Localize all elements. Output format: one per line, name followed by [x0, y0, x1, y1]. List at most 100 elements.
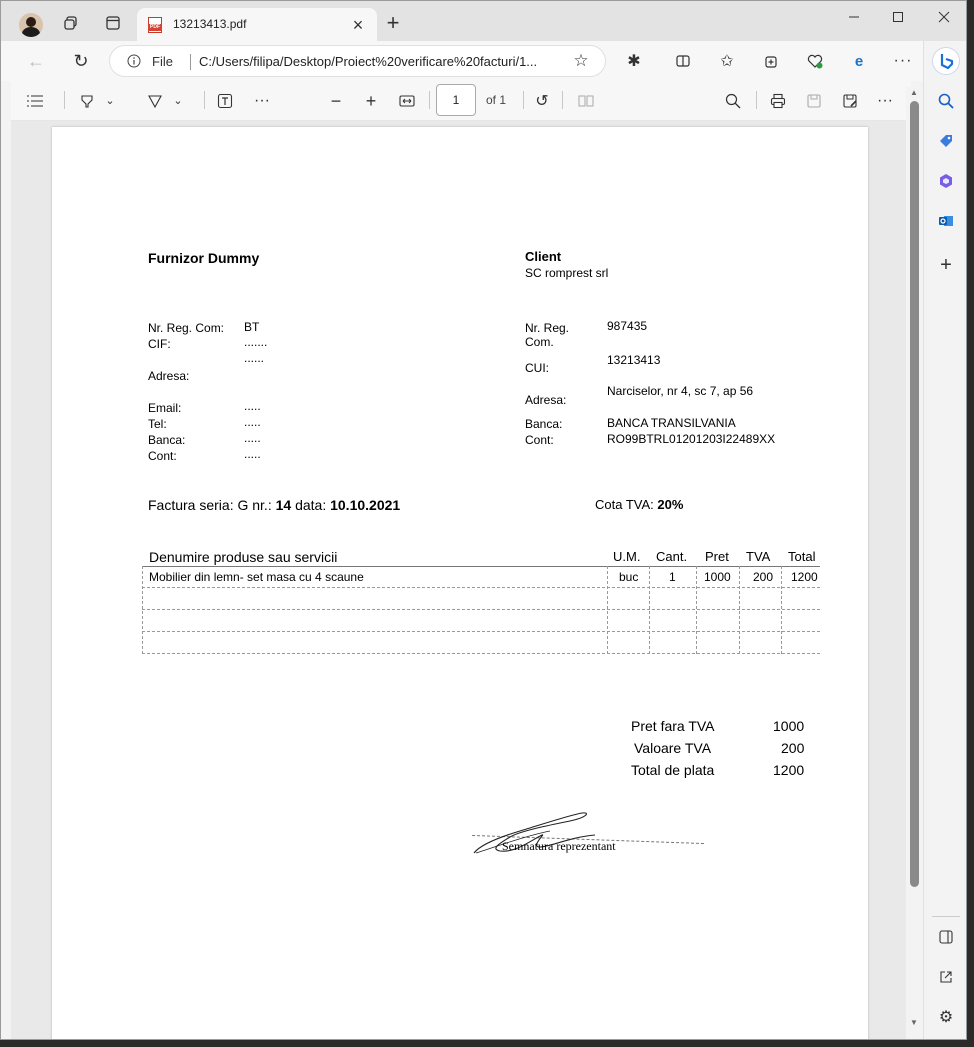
add-sidebar-app-icon[interactable]: +	[936, 254, 956, 276]
sidebar-search-icon[interactable]	[936, 91, 956, 111]
table-of-contents-icon[interactable]	[25, 91, 45, 111]
highlight-dropdown-icon[interactable]: ⌄	[103, 93, 117, 107]
save-as-icon[interactable]	[840, 91, 860, 111]
supplier-tel-value: .....	[244, 415, 261, 429]
table-header-price: Pret	[705, 549, 729, 564]
table-rule	[142, 566, 820, 567]
sidebar-divider	[932, 916, 960, 917]
table-header-total: Total	[788, 549, 816, 564]
table-row-unit: buc	[619, 570, 639, 584]
supplier-cif-label: CIF:	[148, 337, 171, 351]
more-tools-icon[interactable]: ···	[252, 91, 272, 111]
close-window-icon[interactable]	[934, 7, 954, 27]
add-text-icon[interactable]	[215, 91, 235, 111]
info-icon[interactable]	[126, 53, 142, 69]
print-icon[interactable]	[768, 91, 788, 111]
table-rule	[142, 653, 820, 654]
profile-avatar[interactable]	[19, 13, 43, 37]
open-external-icon[interactable]	[936, 967, 956, 987]
fit-to-width-icon[interactable]	[397, 91, 417, 111]
scroll-down-icon[interactable]: ▼	[909, 1017, 919, 1027]
bing-copilot-icon[interactable]	[932, 47, 960, 75]
pdf-file-icon: PDF	[148, 17, 162, 33]
invoice-date-label: data:	[291, 497, 331, 513]
scroll-up-icon[interactable]: ▲	[909, 87, 919, 97]
back-icon[interactable]: ←	[26, 51, 46, 71]
client-reg-label-2: Com.	[525, 335, 554, 349]
vertical-scrollbar[interactable]: ▲ ▼	[906, 87, 922, 1035]
extensions-icon[interactable]: ✱	[624, 51, 644, 71]
minimize-icon[interactable]	[844, 7, 864, 27]
pdf-more-icon[interactable]: ···	[875, 91, 895, 111]
table-header-description: Denumire produse sau servicii	[149, 549, 338, 565]
table-rule	[142, 609, 820, 610]
close-tab-icon[interactable]: ×	[349, 15, 367, 35]
favorite-star-icon[interactable]: ☆	[572, 51, 590, 70]
supplier-email-value: .....	[244, 399, 261, 413]
tab-title: 13213413.pdf	[173, 17, 247, 31]
sidebar-settings-icon[interactable]: ⚙	[936, 1007, 956, 1027]
client-cui-label: CUI:	[525, 361, 549, 375]
supplier-account-value: .....	[244, 447, 261, 461]
table-row-quantity: 1	[669, 570, 676, 584]
net-total-value: 1000	[773, 718, 805, 734]
toolbar-separator	[756, 91, 757, 109]
client-account-label: Cont:	[525, 433, 554, 447]
shopping-tag-icon[interactable]	[936, 131, 956, 151]
ie-mode-icon[interactable]: e	[849, 51, 869, 71]
search-icon[interactable]	[723, 91, 743, 111]
table-rule	[649, 566, 650, 654]
grand-total-label: Total de plata	[631, 762, 715, 778]
client-bank-label: Banca:	[525, 417, 563, 431]
favorites-icon[interactable]: ✩	[717, 51, 737, 71]
browser-window: PDF 13213413.pdf × + ← ↻ File C:/Users/f…	[0, 0, 967, 1040]
browser-essentials-icon[interactable]	[805, 51, 825, 71]
client-name: SC romprest srl	[525, 266, 609, 280]
client-cui-value: 13213413	[607, 353, 661, 367]
page-number-input[interactable]: 1	[436, 84, 476, 116]
maximize-icon[interactable]	[888, 7, 908, 27]
new-tab-icon[interactable]: +	[383, 10, 403, 35]
invoice-series-line: Factura seria: G nr.: 14 data: 10.10.202…	[148, 497, 400, 513]
split-screen-icon[interactable]	[673, 51, 693, 71]
tab-actions-icon[interactable]	[103, 13, 123, 33]
tab-active[interactable]: PDF 13213413.pdf ×	[137, 8, 377, 42]
scrollbar-thumb[interactable]	[910, 101, 919, 887]
supplier-bank-label: Banca:	[148, 433, 186, 447]
table-rule	[739, 566, 740, 654]
workspaces-icon[interactable]	[61, 13, 81, 33]
pdf-page: Furnizor Dummy Nr. Reg. Com: BT CIF: ...…	[52, 127, 868, 1039]
page-view-icon[interactable]	[576, 91, 596, 111]
draw-dropdown-icon[interactable]: ⌄	[171, 93, 185, 107]
edge-sidebar: + ⚙	[923, 41, 966, 1039]
table-header-quantity: Cant.	[656, 549, 688, 564]
outlook-icon[interactable]	[936, 211, 956, 231]
toolbar-separator	[562, 91, 563, 109]
page-count-label: of 1	[486, 93, 507, 107]
refresh-icon[interactable]: ↻	[71, 51, 91, 71]
hide-sidebar-icon[interactable]	[936, 927, 956, 947]
supplier-email-label: Email:	[148, 401, 182, 415]
draw-icon[interactable]	[145, 91, 165, 111]
toolbar-separator	[523, 91, 524, 109]
highlight-icon[interactable]	[77, 91, 97, 111]
address-url[interactable]: C:/Users/filipa/Desktop/Proiect%20verifi…	[199, 54, 569, 69]
supplier-address-label: Adresa:	[148, 369, 190, 383]
supplier-reg-label: Nr. Reg. Com:	[148, 321, 225, 335]
more-menu-icon[interactable]: ···	[893, 51, 913, 71]
supplier-account-label: Cont:	[148, 449, 177, 463]
supplier-bank-value: .....	[244, 431, 261, 445]
table-row-price: 1000	[704, 570, 731, 584]
client-reg-label: Nr. Reg.	[525, 321, 570, 335]
zoom-out-icon[interactable]: −	[326, 91, 346, 111]
zoom-in-icon[interactable]: +	[361, 91, 381, 111]
save-icon[interactable]	[804, 91, 824, 111]
supplier-cif-value: .......	[244, 335, 268, 349]
collections-icon[interactable]	[761, 51, 781, 71]
address-input[interactable]: File C:/Users/filipa/Desktop/Proiect%20v…	[109, 45, 606, 77]
rotate-icon[interactable]: ↺	[532, 91, 552, 111]
invoice-series-prefix: Factura seria: G nr.:	[148, 497, 276, 513]
office-icon[interactable]	[936, 171, 956, 191]
vat-rate-value: 20%	[657, 497, 684, 512]
client-title: Client	[525, 249, 562, 264]
